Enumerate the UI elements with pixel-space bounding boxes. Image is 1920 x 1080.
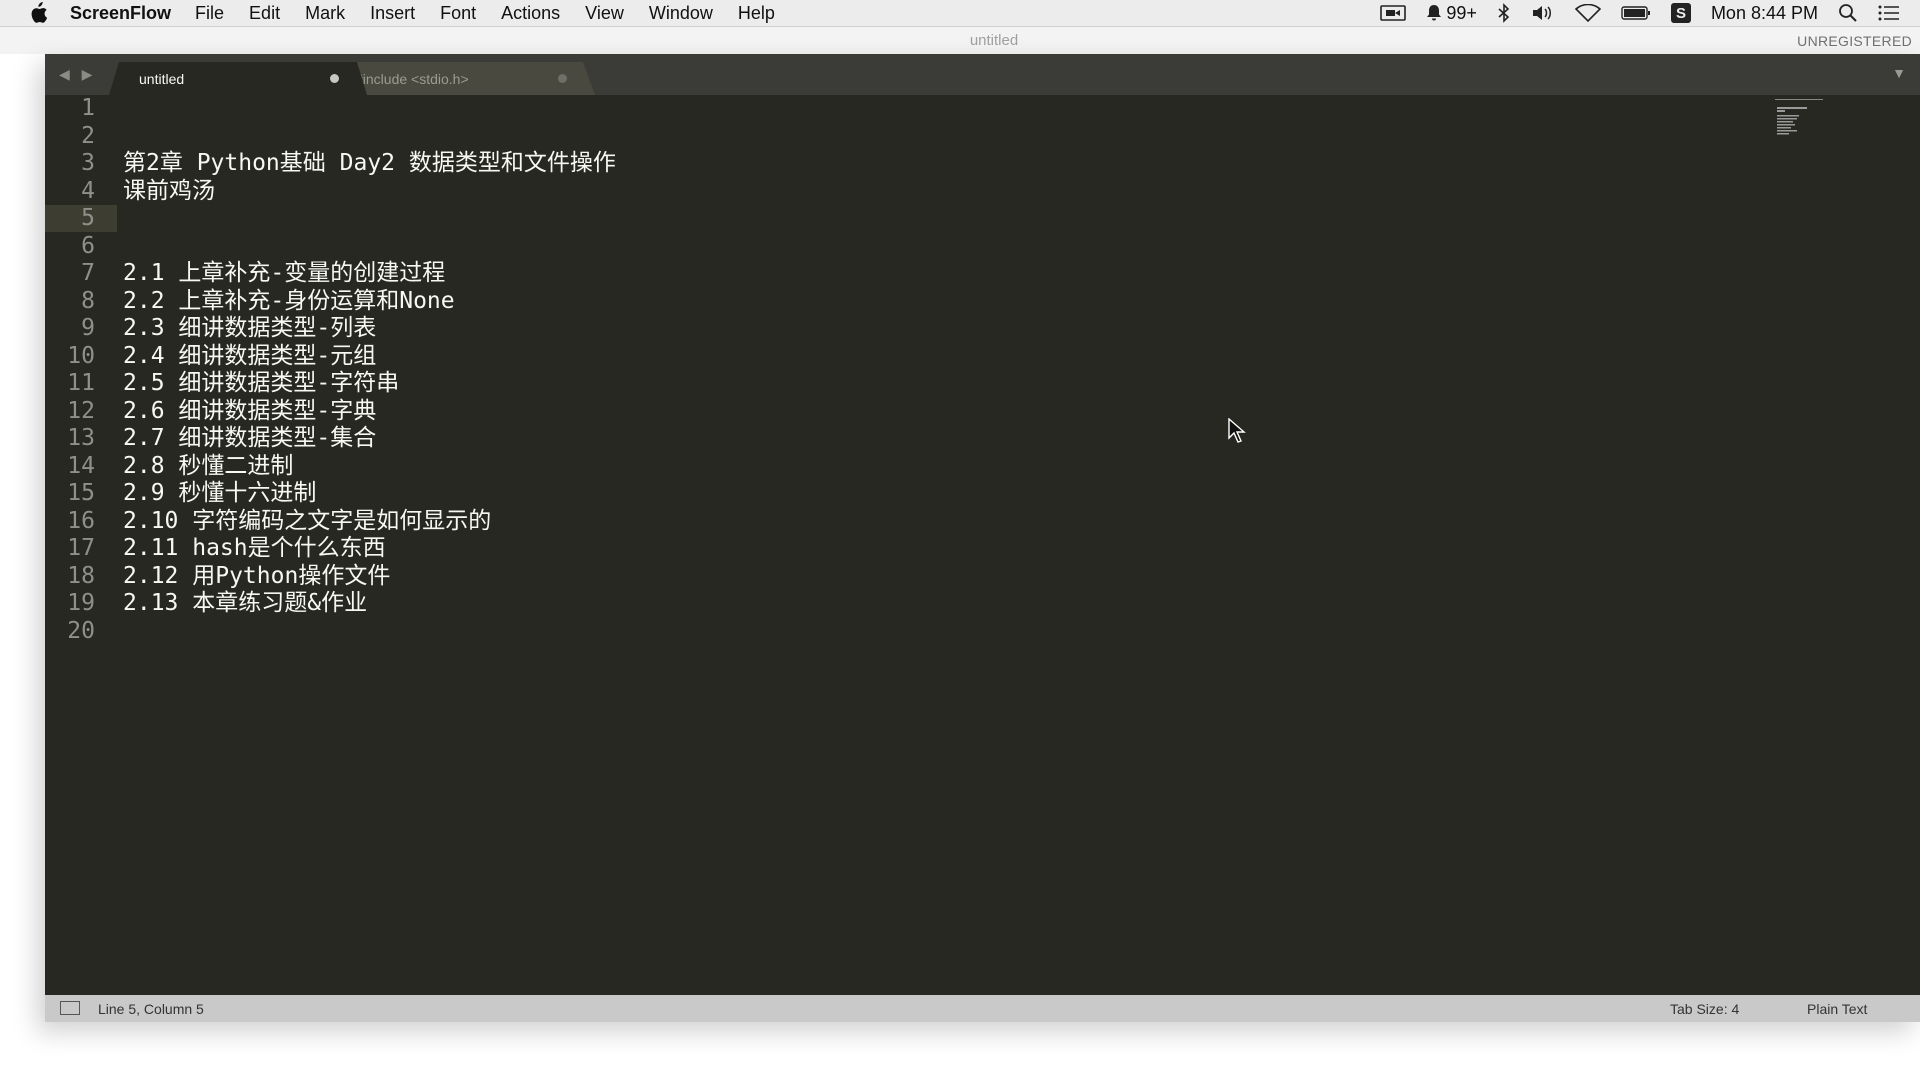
tab-label: #include <stdio.h> [355,70,469,87]
line-number: 15 [67,480,95,506]
line-number: 1 [81,95,95,121]
svg-text:S: S [1676,5,1686,22]
list-icon[interactable] [1878,4,1900,22]
code-line[interactable]: 2.3 细讲数据类型-列表 [123,315,376,342]
line-number: 19 [67,590,95,616]
tab-untitled[interactable]: untitled [109,62,367,95]
line-number: 2 [81,122,95,149]
code-editor[interactable]: 1 2 3 4 5 6 7 8 9 10 11 12 13 14 15 16 17 18 19 20 第2章 Pyth… [45,95,1920,995]
code-line[interactable]: 2.7 细讲数据类型-集合 [123,425,376,452]
line-number: 4 [81,177,95,204]
syntax-selector[interactable]: Plain Text [1807,1001,1867,1017]
line-number-gutter: 1 2 3 4 5 6 7 8 9 10 11 12 13 14 15 16 17 18 19 20 [45,95,123,995]
code-line[interactable]: 2.8 秒懂二进制 [123,453,293,480]
editor-window: ◀ ▶ #include <stdio.h> untitled ▼ 123456… [45,54,1920,1022]
window-title: untitled [969,32,1019,49]
menu-help[interactable]: Help [738,3,775,24]
code-line[interactable]: 2.13 本章练习题&作业 [123,590,367,617]
notification-count: 99+ [1446,2,1477,23]
code-line[interactable]: 2.1 上章补充-变量的创建过程 [123,260,445,287]
line-number: 18 [67,562,95,589]
menu-font[interactable]: Font [440,3,476,24]
panel-toggle-icon[interactable] [60,1001,80,1015]
status-area: 99+ S Mon 8:44 PM [1380,0,1900,26]
code-line[interactable]: 2.6 细讲数据类型-字典 [123,398,376,425]
window-title-bar: untitled UNREGISTERED [0,27,1920,54]
notification-badge[interactable]: 99+ [1426,3,1477,24]
tab-size-selector[interactable]: Tab Size: 4 [1670,1001,1739,1017]
line-number: 9 [81,315,95,341]
line-number: 20 [67,617,95,644]
menu-edit[interactable]: Edit [249,3,280,24]
code-line[interactable]: 2.4 细讲数据类型-元组 [123,343,376,370]
menu-actions[interactable]: Actions [501,3,560,24]
camera-icon[interactable] [1380,4,1407,22]
tab-modified-dot-icon[interactable] [558,74,567,83]
bluetooth-icon[interactable] [1497,3,1511,23]
line-number: 13 [67,425,95,451]
menu-file[interactable]: File [195,3,224,24]
cursor-position: Line 5, Column 5 [98,1001,204,1017]
tab-bar: ◀ ▶ #include <stdio.h> untitled ▼ [45,54,1920,95]
code-line[interactable]: 2.2 上章补充-身份运算和None [123,288,455,315]
code-line[interactable]: 2.10 字符编码之文字是如何显示的 [123,508,491,535]
menu-mark[interactable]: Mark [305,3,345,24]
line-number: 16 [67,507,95,534]
tab-menu-arrow-icon[interactable]: ▼ [1892,65,1906,81]
menu-window[interactable]: Window [649,3,713,24]
code-line[interactable]: 2.5 细讲数据类型-字符串 [123,370,399,397]
tab-nav-arrows-icon[interactable]: ◀ ▶ [59,66,96,83]
search-icon[interactable] [1838,3,1858,23]
apple-icon[interactable] [28,2,48,24]
s-app-icon[interactable]: S [1670,3,1691,23]
line-number: 12 [67,397,95,424]
menubar-clock[interactable]: Mon 8:44 PM [1711,3,1818,24]
bell-icon [1427,5,1442,21]
line-number: 17 [67,535,95,561]
code-line[interactable]: 第2章 Python基础 Day2 数据类型和文件操作 [123,150,616,177]
line-number: 3 [81,150,95,176]
line-number: 6 [81,232,95,259]
mouse-cursor-icon [1228,418,1246,443]
minimap[interactable] [1775,99,1823,139]
tab-modified-dot-icon[interactable] [330,74,339,83]
tab-label: untitled [139,70,185,87]
code-line[interactable]: 2.11 hash是个什么东西 [123,535,386,562]
line-number: 7 [81,260,95,286]
battery-icon[interactable] [1621,5,1651,21]
menu-bar: ScreenFlow File Edit Mark Insert Font Ac… [0,0,1920,27]
code-line[interactable]: 2.9 秒懂十六进制 [123,480,316,507]
unregistered-label: UNREGISTERED [1797,33,1912,49]
menu-app-name[interactable]: ScreenFlow [70,3,171,24]
code-line[interactable]: 课前鸡汤 [123,178,215,205]
code-line[interactable]: 2.12 用Python操作文件 [123,563,390,590]
menu-view[interactable]: View [585,3,624,24]
line-number: 14 [67,452,95,479]
line-number: 8 [81,287,95,314]
line-number: 11 [67,370,95,396]
status-bar: Line 5, Column 5 Tab Size: 4 Plain Text [45,995,1920,1022]
wifi-icon[interactable] [1574,4,1601,22]
line-number: 10 [67,342,95,369]
volume-icon[interactable] [1531,4,1555,22]
line-number: 5 [81,205,95,231]
menu-insert[interactable]: Insert [370,3,415,24]
